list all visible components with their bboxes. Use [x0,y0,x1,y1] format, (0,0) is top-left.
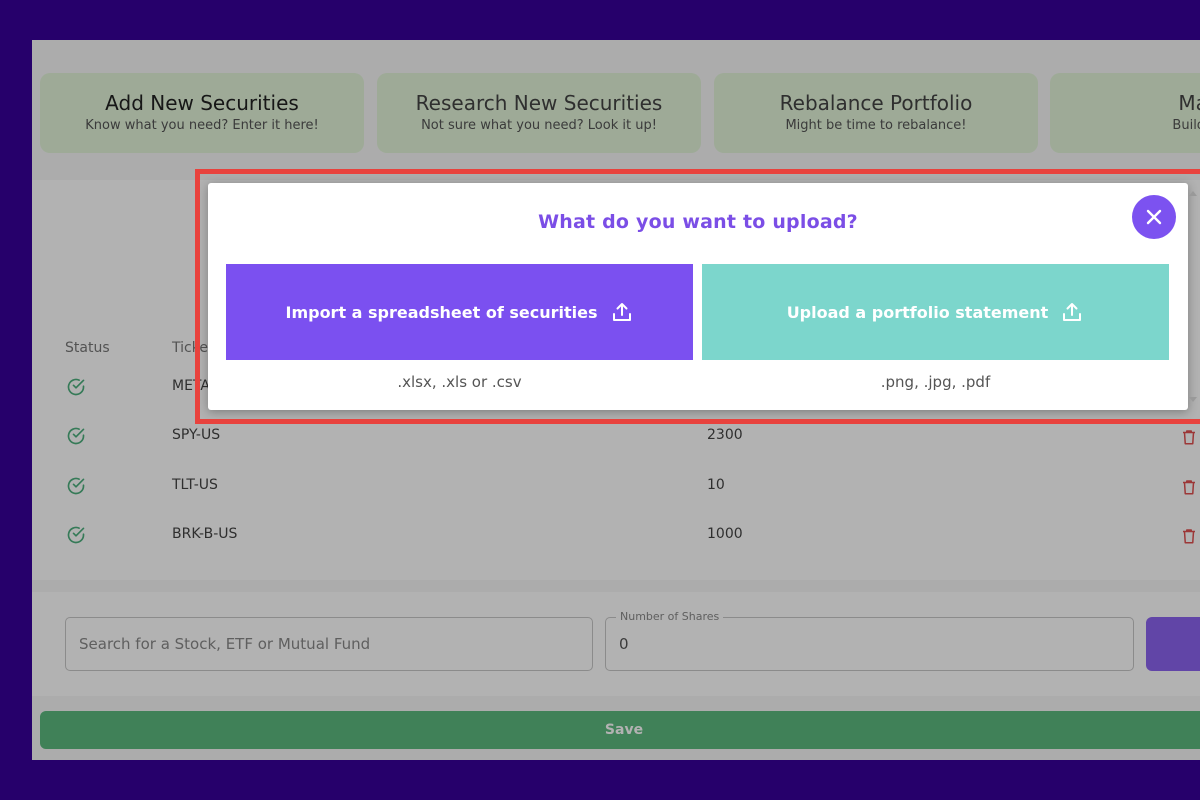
close-icon [1146,209,1162,225]
statement-file-types: .png, .jpg, .pdf [880,373,991,391]
upload-icon [1063,303,1082,321]
scroll-down-arrow-icon[interactable] [1189,397,1197,402]
upload-statement-button[interactable]: Upload a portfolio statement [702,264,1169,360]
close-button[interactable] [1132,195,1176,239]
upload-statement-label: Upload a portfolio statement [786,302,1049,322]
import-spreadsheet-button[interactable]: Import a spreadsheet of securities [226,264,693,360]
import-spreadsheet-label: Import a spreadsheet of securities [285,302,598,322]
dialog-title: What do you want to upload? [538,211,858,233]
spreadsheet-file-types: .xlsx, .xls or .csv [397,373,522,391]
scroll-up-arrow-icon[interactable] [1189,191,1197,196]
upload-icon [612,303,631,321]
upload-dialog: What do you want to upload? Import a spr… [208,183,1197,410]
dialog-scrollbar[interactable] [1186,183,1200,410]
